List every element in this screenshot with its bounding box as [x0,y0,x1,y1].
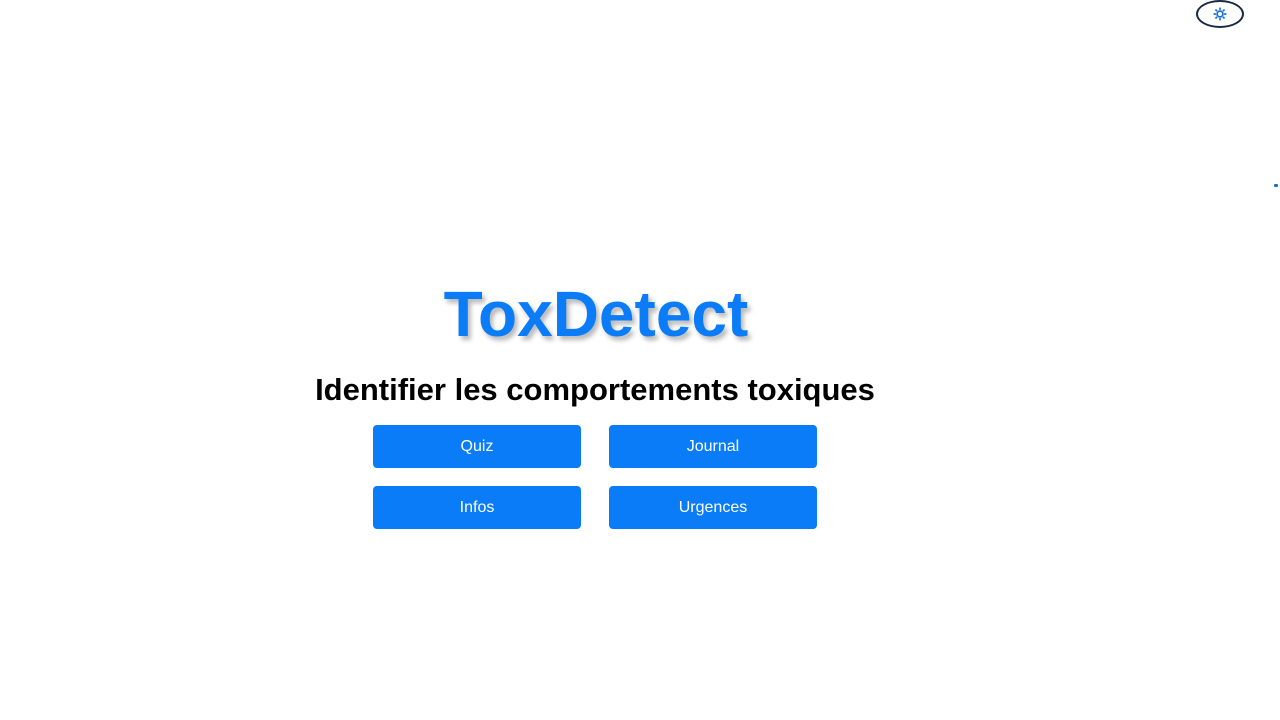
app-subtitle: Identifier les comportements toxiques [315,372,875,407]
gear-icon [1213,7,1227,21]
edge-marker [1274,184,1278,187]
settings-button[interactable] [1196,0,1244,28]
quiz-button[interactable]: Quiz [373,425,581,468]
journal-button[interactable]: Journal [609,425,817,468]
infos-button[interactable]: Infos [373,486,581,529]
app-title: ToxDetect [443,278,749,350]
urgences-button[interactable]: Urgences [609,486,817,529]
home-page: ToxDetect Identifier les comportements t… [0,0,1280,720]
